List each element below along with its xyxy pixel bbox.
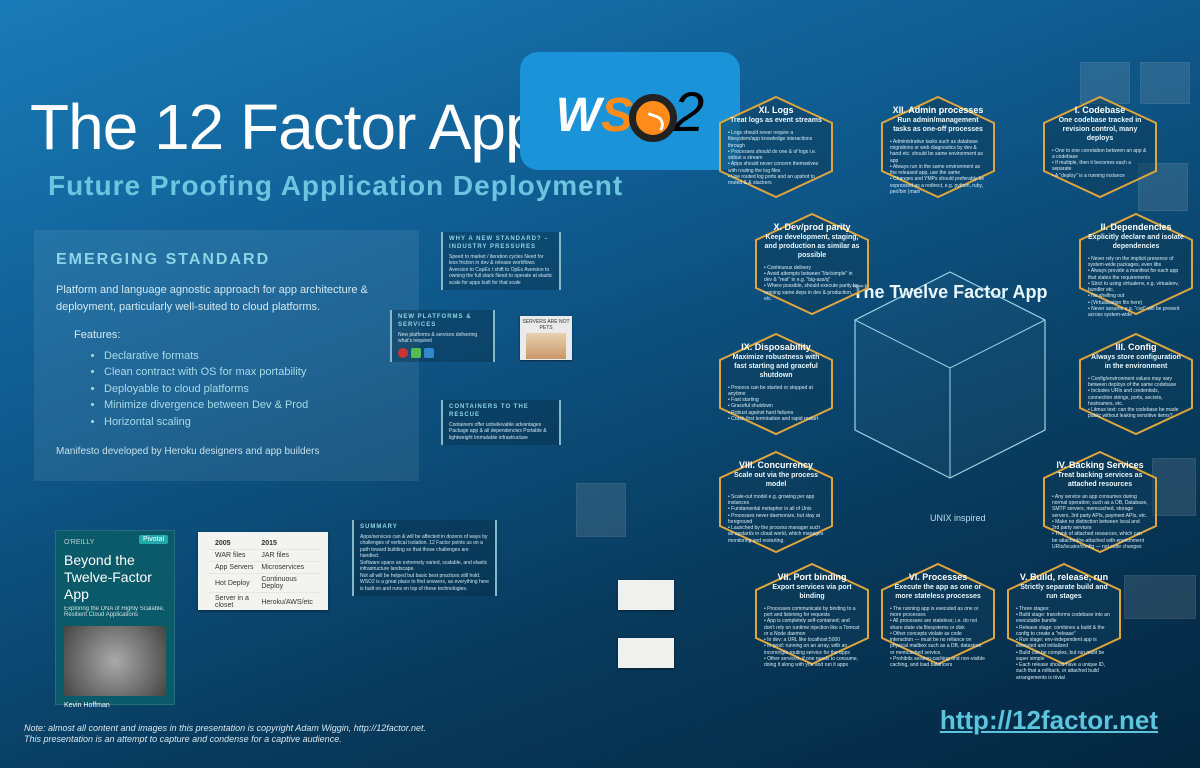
features-label: Features:: [74, 327, 397, 344]
node-icon: [411, 348, 421, 358]
book-author: Kevin Hoffman: [64, 702, 166, 709]
emerging-standard-panel: EMERGING STANDARD Platform and language …: [34, 230, 419, 481]
mini-card-pressures: WHY A NEW STANDARD? – INDUSTRY PRESSURES…: [441, 232, 561, 290]
book-image: [64, 626, 166, 696]
hex-ii-dependencies: II. DependenciesExplicitly declare and i…: [1076, 212, 1196, 316]
main-title: The 12 Factor App: [30, 90, 540, 164]
cloud-icon: [424, 348, 434, 358]
twelve-factor-link[interactable]: http://12factor.net: [940, 705, 1158, 736]
feature-item: Declarative formats: [104, 348, 397, 365]
panel-credit: Manifesto developed by Heroku designers …: [56, 444, 397, 459]
hex-vii-port-binding: VII. Port bindingExport services via por…: [752, 562, 872, 666]
mini-card-platforms: NEW PLATFORMS & SERVICES New platforms &…: [390, 310, 495, 362]
panel-heading: EMERGING STANDARD: [56, 248, 397, 272]
logo-2: 2: [673, 80, 704, 143]
hex-vi-processes: VI. ProcessesExecute the app as one or m…: [878, 562, 998, 666]
unix-note: UNIX inspired: [930, 513, 986, 523]
hex-x-dev-prod-parity: X. Dev/prod parityKeep development, stag…: [752, 212, 872, 316]
hex-i-codebase: I. CodebaseOne codebase tracked in revis…: [1040, 95, 1160, 199]
logo-circle-icon: [629, 94, 677, 142]
wso2-logo: WS2: [520, 52, 740, 170]
feature-item: Deployable to cloud platforms: [104, 381, 397, 398]
hex-iv-backing-services: IV. Backing ServicesTreat backing servic…: [1040, 450, 1160, 554]
panel-intro: Platform and language agnostic approach …: [56, 282, 397, 315]
book-title: Beyond the Twelve-Factor App: [64, 552, 166, 602]
mini-card-summary: SUMMARY Apps/services can & will be affe…: [352, 520, 497, 596]
subtitle: Future Proofing Application Deployment: [48, 170, 623, 202]
mini-card-containers: CONTAINERS TO THE RESCUE Containers offe…: [441, 400, 561, 445]
thumb-port-diagram-1: [618, 580, 674, 610]
feature-item: Minimize divergence between Dev & Prod: [104, 397, 397, 414]
book-subtitle: Exploring the DNA of Highly Scalable, Re…: [64, 606, 166, 618]
hex-xii-admin-processes: XII. Admin processesRun admin/management…: [878, 95, 998, 199]
features-list: Declarative formats Clean contract with …: [104, 348, 397, 431]
pets-image: SERVERS ARE NOT PETS: [520, 316, 572, 360]
feature-item: Horizontal scaling: [104, 414, 397, 431]
thumb-port-diagram-2: [618, 638, 674, 668]
book-cover: O'REILLY Pivotal Beyond the Twelve-Facto…: [55, 530, 175, 705]
feature-item: Clean contract with OS for max portabili…: [104, 364, 397, 381]
hex-viii-concurrency: VIII. ConcurrencyScale out via the proce…: [716, 450, 836, 554]
hex-iii-config: III. ConfigAlways store configuration in…: [1076, 332, 1196, 436]
hex-xi-logs: XI. LogsTreat logs as event streams• Log…: [716, 95, 836, 199]
thumb-concurrency-diagram: [576, 483, 626, 537]
era-comparison-card: 20052015 WAR filesJAR files App ServersM…: [198, 532, 328, 610]
thumb-build-diagram: [1124, 575, 1196, 619]
gear-icon: [398, 348, 408, 358]
hex-ix-disposability: IX. DisposabilityMaximize robustness wit…: [716, 332, 836, 436]
book-tag: Pivotal: [139, 535, 168, 544]
hex-v-build-release-run: V. Build, release, runStrictly separate …: [1004, 562, 1124, 666]
logo-w: W: [556, 89, 601, 142]
footnote: Note: almost all content and images in t…: [24, 723, 426, 746]
era-table: 20052015 WAR filesJAR files App ServersM…: [206, 538, 320, 612]
